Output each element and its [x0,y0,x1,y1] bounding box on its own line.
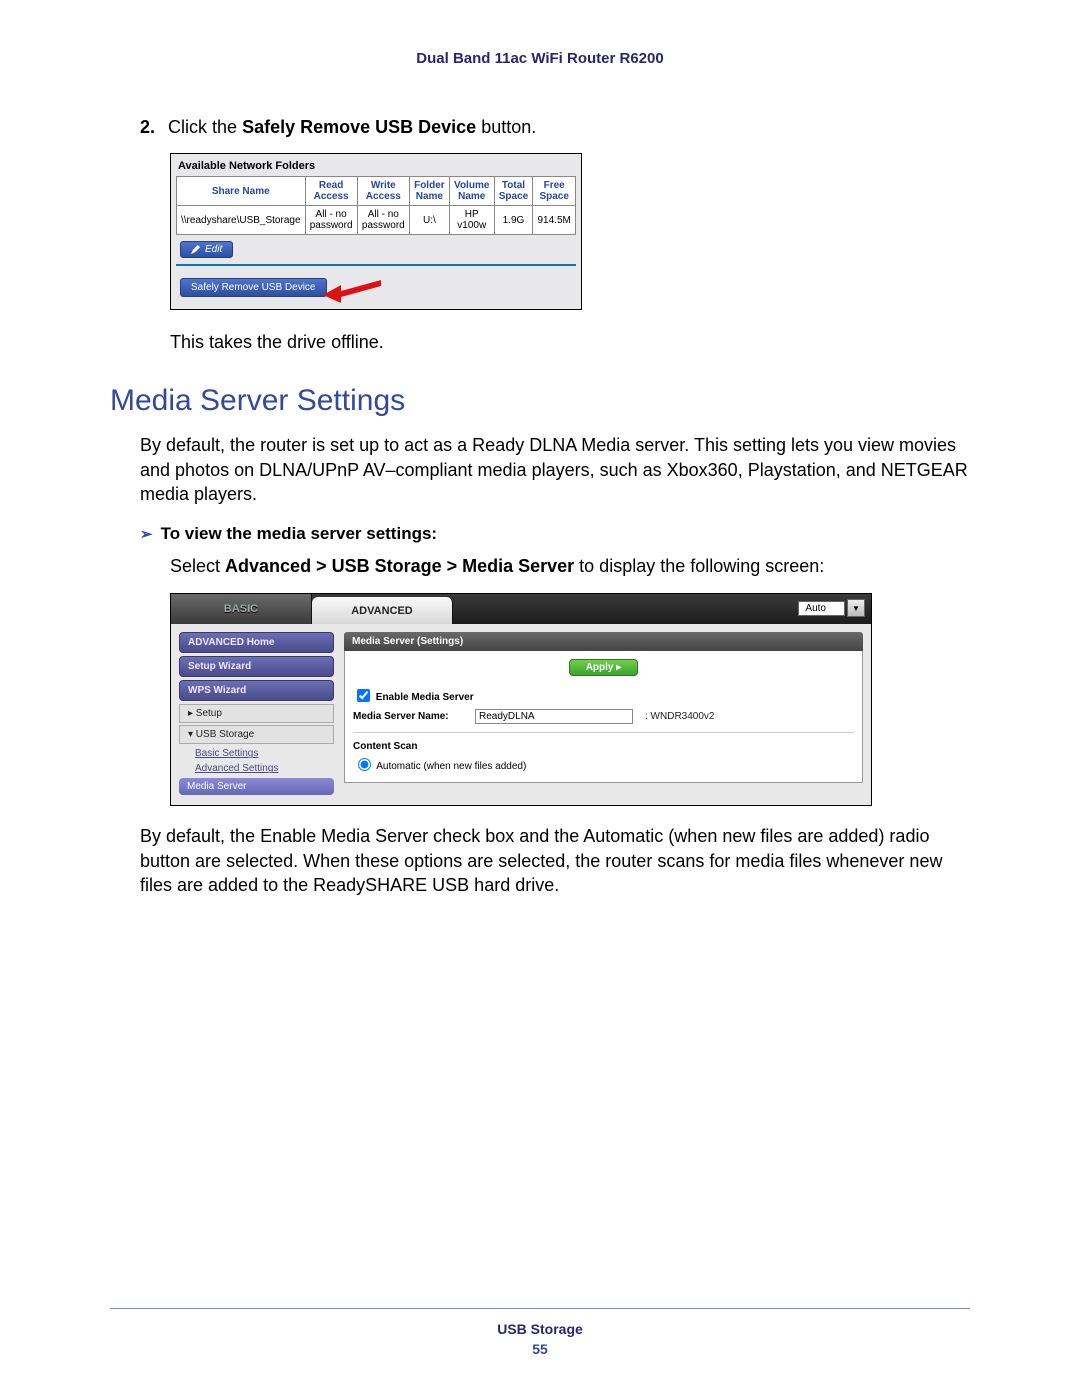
server-name-suffix: : WNDR3400v2 [645,711,714,722]
enable-media-server-label: Enable Media Server [376,692,474,703]
procedure-heading: ➢ To view the media server settings: [140,524,970,544]
nav-post: to display the following screen: [574,556,824,576]
sidebar-advanced-settings[interactable]: Advanced Settings [179,761,334,776]
td-total: 1.9G [494,206,533,235]
content-scan-row: Automatic (when new files added) [353,755,854,772]
server-name-label: Media Server Name: [353,711,463,722]
step-number: 2. [140,117,155,137]
th-total: Total Space [494,177,533,206]
edit-label: Edit [205,244,222,255]
pencil-icon [191,245,200,254]
td-free: 914.5M [533,206,576,235]
step-text-bold: Safely Remove USB Device [242,117,476,137]
folders-table: Share Name Read Access Write Access Fold… [176,176,576,235]
td-volume: HP v100w [449,206,494,235]
footer-section: USB Storage [110,1321,970,1337]
main-panel: Media Server (Settings) Apply ▸ Enable M… [344,632,863,795]
safely-remove-button[interactable]: Safely Remove USB Device [180,278,327,297]
auto-select[interactable]: Auto ▼ [798,599,865,617]
th-volume: Volume Name [449,177,494,206]
nav-bold: Advanced > USB Storage > Media Server [225,556,574,576]
td-folder: U:\ [409,206,449,235]
edit-button[interactable]: Edit [180,241,233,258]
after-fig1-text: This takes the drive offline. [170,330,970,354]
page-footer: USB Storage 55 [110,1308,970,1357]
figure-media-server: BASIC ADVANCED Auto ▼ ADVANCED Home Setu… [170,593,872,806]
sidebar-basic-settings[interactable]: Basic Settings [179,746,334,761]
sidebar-wps-wizard[interactable]: WPS Wizard [179,680,334,701]
sidebar-usb-storage[interactable]: ▾ USB Storage [179,725,334,744]
enable-media-server-checkbox[interactable] [357,689,370,702]
closing-paragraph: By default, the Enable Media Server chec… [140,824,970,897]
sidebar-advanced-home[interactable]: ADVANCED Home [179,632,334,653]
td-write: All - no password [357,206,409,235]
auto-value: Auto [798,601,845,616]
server-name-row: Media Server Name: : WNDR3400v2 [353,709,854,733]
th-share: Share Name [177,177,306,206]
content-scan-title: Content Scan [353,741,854,752]
apply-button[interactable]: Apply ▸ [569,659,639,676]
enable-media-server-row: Enable Media Server [353,686,854,705]
th-folder: Folder Name [409,177,449,206]
divider [176,264,576,266]
sidebar-media-server[interactable]: Media Server [179,778,334,795]
server-name-input[interactable] [475,709,633,724]
td-share: \\readyshare\USB_Storage [177,206,306,235]
td-read: All - no password [305,206,357,235]
th-write: Write Access [357,177,409,206]
table-row: \\readyshare\USB_Storage All - no passwo… [177,206,576,235]
section-heading: Media Server Settings [110,384,970,418]
sidebar: ADVANCED Home Setup Wizard WPS Wizard ▸ … [179,632,334,795]
fig1-title: Available Network Folders [176,158,576,176]
callout-arrow-icon [323,277,383,303]
step-2: 2. Click the Safely Remove USB Device bu… [140,117,970,138]
document-header: Dual Band 11ac WiFi Router R6200 [110,50,970,67]
figure-network-folders: Available Network Folders Share Name Rea… [170,153,582,310]
th-read: Read Access [305,177,357,206]
step-text-pre: Click the [168,117,242,137]
dropdown-icon[interactable]: ▼ [847,599,865,617]
nav-pre: Select [170,556,225,576]
procedure-text: To view the media server settings: [161,524,438,543]
auto-scan-radio[interactable] [358,758,371,771]
panel-title: Media Server (Settings) [344,632,863,651]
footer-page-number: 55 [110,1341,970,1357]
sidebar-setup-wizard[interactable]: Setup Wizard [179,656,334,677]
triangle-icon: ➢ [140,526,153,543]
tab-advanced[interactable]: ADVANCED [312,597,453,624]
tab-basic[interactable]: BASIC [171,594,312,624]
sidebar-setup[interactable]: ▸ Setup [179,704,334,723]
auto-scan-label: Automatic (when new files added) [376,761,526,772]
router-tabs: BASIC ADVANCED Auto ▼ [171,594,871,624]
intro-paragraph: By default, the router is set up to act … [140,433,970,506]
nav-instruction: Select Advanced > USB Storage > Media Se… [170,554,970,578]
step-text-post: button. [476,117,536,137]
th-free: Free Space [533,177,576,206]
